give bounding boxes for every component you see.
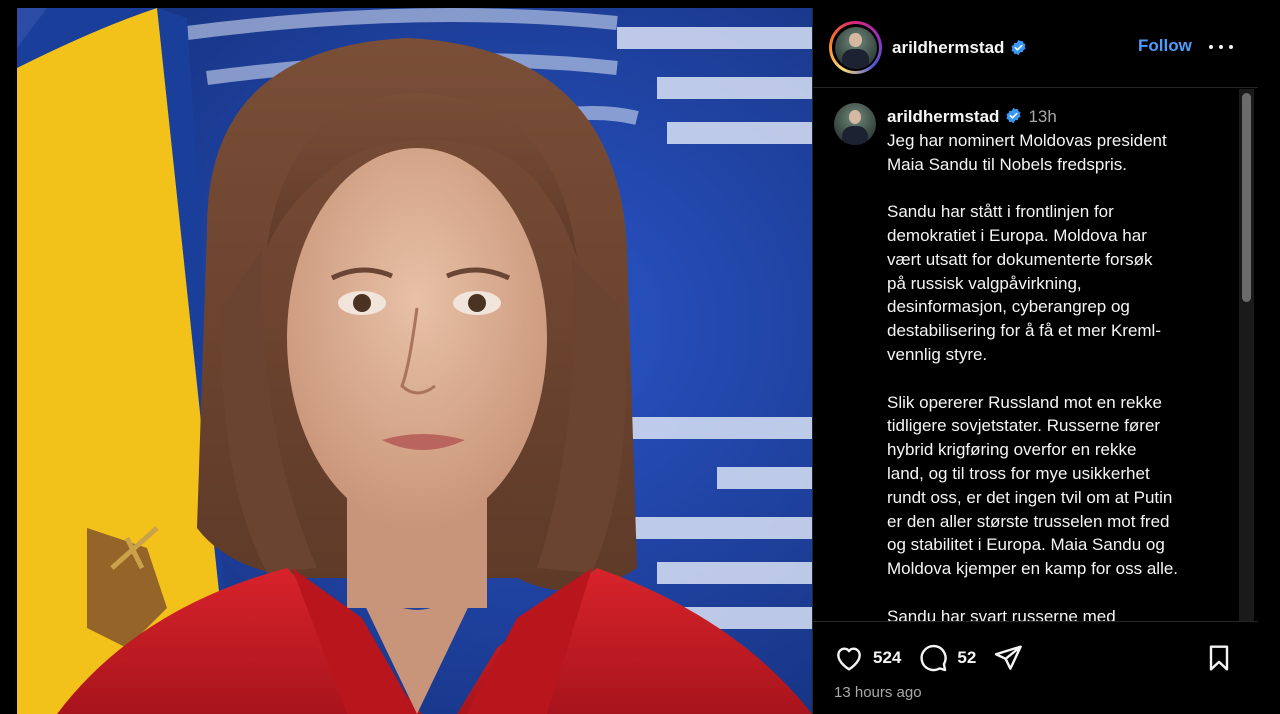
comment-count[interactable]: 52 bbox=[957, 648, 976, 668]
like-count[interactable]: 524 bbox=[873, 648, 901, 668]
caption: arildhermstad 13h Jeg har nominert Moldov… bbox=[887, 105, 1232, 621]
bookmark-icon[interactable] bbox=[1203, 642, 1235, 674]
scrollbar-thumb[interactable] bbox=[1242, 93, 1251, 302]
post-image[interactable] bbox=[17, 8, 812, 714]
post-age[interactable]: 13 hours ago bbox=[834, 684, 922, 701]
heart-icon[interactable] bbox=[833, 642, 865, 674]
post-side-panel: arildhermstad Follow arildhermstad 13h Je… bbox=[812, 8, 1258, 714]
verified-badge-icon bbox=[1006, 107, 1021, 124]
verified-badge-icon bbox=[1011, 39, 1026, 56]
action-bar: 524 52 13 hours ago bbox=[813, 621, 1258, 714]
header-username[interactable]: arildhermstad bbox=[892, 38, 1004, 58]
caption-username[interactable]: arildhermstad bbox=[887, 107, 999, 126]
story-ring[interactable] bbox=[829, 21, 882, 74]
follow-button[interactable]: Follow bbox=[1138, 36, 1192, 56]
caption-body: Jeg har nominert Moldovas president Maia… bbox=[887, 130, 1179, 621]
comment-icon[interactable] bbox=[917, 642, 949, 674]
caption-area: arildhermstad 13h Jeg har nominert Moldov… bbox=[813, 89, 1258, 621]
post-header: arildhermstad Follow bbox=[813, 8, 1258, 88]
avatar[interactable] bbox=[834, 26, 877, 69]
caption-timestamp: 13h bbox=[1028, 107, 1057, 126]
post-photo bbox=[17, 8, 812, 714]
caption-scrollbar[interactable] bbox=[1239, 89, 1254, 621]
share-icon[interactable] bbox=[992, 642, 1024, 674]
instagram-post-viewer: arildhermstad Follow arildhermstad 13h Je… bbox=[0, 0, 1280, 714]
caption-avatar[interactable] bbox=[834, 103, 876, 145]
more-options-icon[interactable] bbox=[1209, 38, 1233, 56]
